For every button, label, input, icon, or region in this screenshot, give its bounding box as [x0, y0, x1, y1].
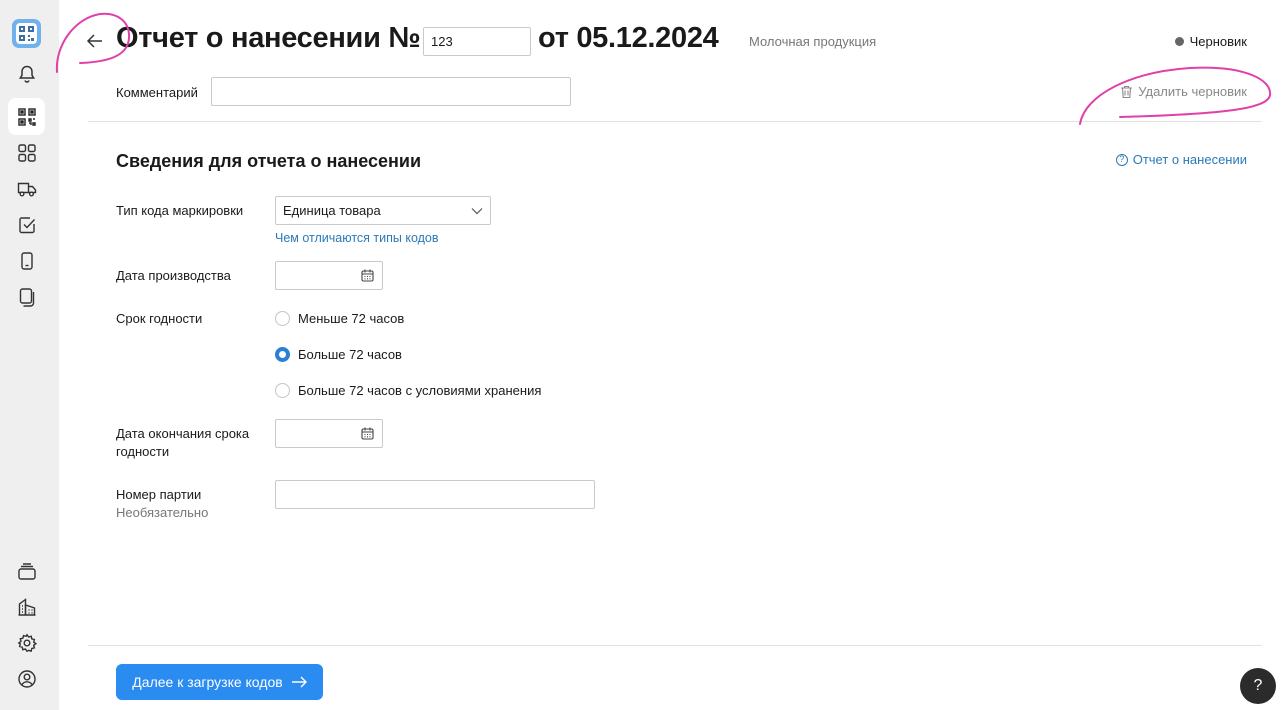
sidebar	[0, 0, 59, 710]
report-number-input[interactable]	[423, 27, 531, 56]
shelf-life-label: Срок годности	[116, 311, 203, 326]
expiry-date-input[interactable]	[275, 419, 383, 448]
grid-icon[interactable]	[8, 134, 45, 171]
batch-number-label-group: Номер партии Необязательно	[116, 486, 208, 522]
stack-icon[interactable]	[8, 552, 45, 589]
production-date-input[interactable]	[275, 261, 383, 290]
delete-draft-label: Удалить черновик	[1138, 84, 1247, 99]
next-to-upload-codes-button[interactable]: Далее к загрузке кодов	[116, 664, 323, 700]
bell-icon[interactable]	[8, 55, 45, 92]
batch-number-label: Номер партии	[116, 487, 202, 502]
divider	[88, 121, 1262, 122]
checkbox-icon[interactable]	[8, 206, 45, 243]
chevron-down-icon	[471, 207, 483, 214]
code-type-value: Единица товара	[283, 203, 381, 218]
status-label: Черновик	[1189, 34, 1247, 49]
building-icon[interactable]	[8, 588, 45, 625]
report-help-link[interactable]: ? Отчет о нанесении	[1115, 152, 1247, 167]
comment-label: Комментарий	[116, 85, 198, 100]
radio-label: Больше 72 часов	[298, 347, 402, 362]
optional-hint: Необязательно	[116, 505, 209, 520]
page-title-date: от 05.12.2024	[538, 22, 719, 54]
radio-label: Меньше 72 часов	[298, 311, 405, 326]
radio-button[interactable]	[275, 383, 290, 398]
phone-icon[interactable]	[8, 242, 45, 279]
shelf-life-option-more-72-storage[interactable]: Больше 72 часов с условиями хранения	[275, 383, 541, 398]
trash-icon	[1121, 85, 1133, 98]
question-icon: ?	[1115, 153, 1128, 166]
status-dot-icon	[1174, 37, 1184, 46]
documents-icon[interactable]	[8, 278, 45, 315]
help-button[interactable]: ?	[1240, 668, 1276, 704]
code-type-select[interactable]: Единица товара	[275, 196, 491, 225]
calendar-icon[interactable]	[361, 427, 374, 440]
app-logo-icon[interactable]	[12, 19, 41, 48]
next-button-label: Далее к загрузке кодов	[132, 674, 283, 690]
page-title-prefix: Отчет о нанесении №	[116, 22, 421, 54]
back-arrow-icon[interactable]	[84, 30, 106, 52]
comment-input[interactable]	[211, 77, 571, 106]
delete-draft-button[interactable]: Удалить черновик	[1120, 84, 1247, 99]
qr-code-icon[interactable]	[8, 98, 45, 135]
expiry-date-label: Дата окончания срока годности	[116, 426, 250, 459]
calendar-icon[interactable]	[361, 269, 374, 282]
production-date-label: Дата производства	[116, 268, 231, 283]
code-type-label: Тип кода маркировки	[116, 203, 244, 218]
report-help-label: Отчет о нанесении	[1132, 152, 1247, 167]
section-title: Сведения для отчета о нанесении	[116, 151, 422, 171]
shelf-life-option-less-72[interactable]: Меньше 72 часов	[275, 311, 404, 326]
status-badge: Черновик	[1174, 34, 1247, 49]
truck-icon[interactable]	[8, 170, 45, 207]
annotation-marks	[55, 12, 1272, 125]
batch-number-input[interactable]	[275, 480, 595, 509]
radio-label: Больше 72 часов с условиями хранения	[298, 383, 542, 398]
shelf-life-option-more-72[interactable]: Больше 72 часов	[275, 347, 402, 362]
gear-icon[interactable]	[8, 624, 45, 661]
radio-button-checked[interactable]	[275, 347, 290, 362]
arrow-right-icon	[291, 676, 307, 688]
radio-button[interactable]	[275, 311, 290, 326]
user-icon[interactable]	[8, 660, 45, 697]
divider	[88, 645, 1262, 646]
code-types-help-link[interactable]: Чем отличаются типы кодов	[275, 231, 439, 245]
product-category: Молочная продукция	[749, 34, 877, 49]
